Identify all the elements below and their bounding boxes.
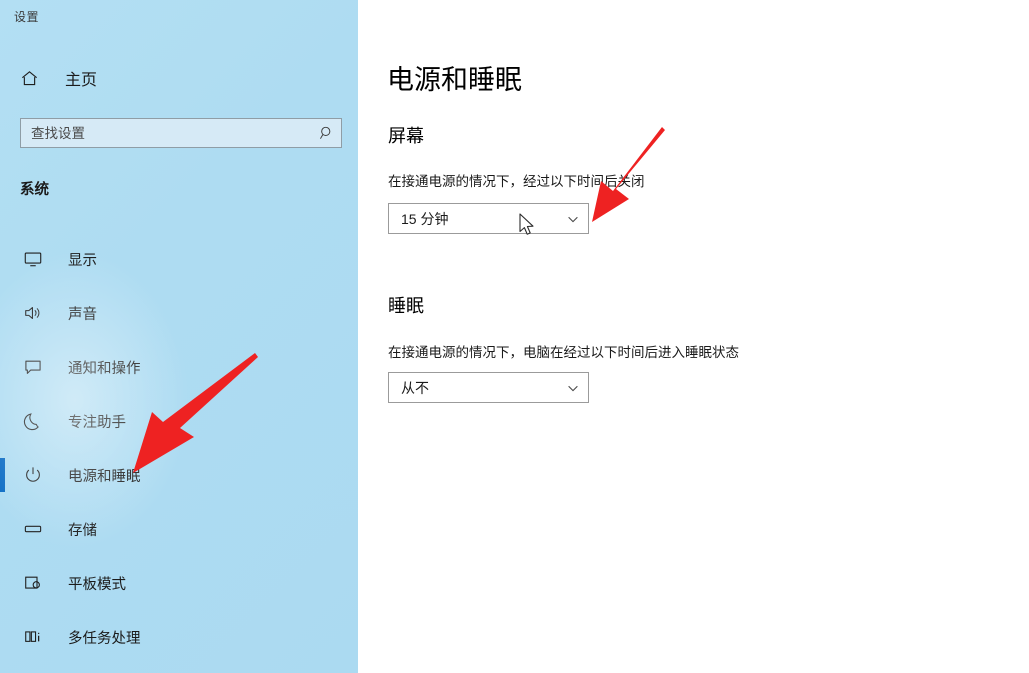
sleep-section-description: 在接通电源的情况下，电脑在经过以下时间后进入睡眠状态 — [388, 345, 739, 360]
sidebar-item-display[interactable]: 显示 — [0, 232, 358, 286]
speaker-icon — [20, 303, 46, 323]
moon-icon — [20, 411, 46, 431]
sidebar-item-storage[interactable]: 存储 — [0, 502, 358, 556]
settings-sidebar: 设置 主页 系统 显示 — [0, 0, 358, 673]
power-icon — [20, 465, 46, 485]
sidebar-item-focus-assist[interactable]: 专注助手 — [0, 394, 358, 448]
search-icon[interactable] — [313, 125, 341, 141]
sidebar-item-storage-label: 存储 — [68, 522, 97, 539]
screen-timeout-dropdown[interactable]: 15 分钟 — [388, 203, 589, 234]
sidebar-item-power-and-sleep-label: 电源和睡眠 — [68, 468, 141, 485]
screen-section-heading: 屏幕 — [388, 126, 424, 146]
sidebar-item-multitasking[interactable]: 多任务处理 — [0, 610, 358, 664]
sidebar-item-notifications-label: 通知和操作 — [68, 360, 141, 377]
tablet-icon — [20, 573, 46, 593]
chevron-down-icon — [558, 212, 588, 226]
storage-icon — [20, 519, 46, 539]
sidebar-item-home[interactable]: 主页 — [14, 60, 344, 96]
sidebar-group-title: 系统 — [20, 182, 49, 198]
search-box[interactable] — [20, 118, 342, 148]
sidebar-item-sound[interactable]: 声音 — [0, 286, 358, 340]
page-title: 电源和睡眠 — [387, 65, 522, 95]
app-title: 设置 — [14, 10, 40, 24]
sidebar-item-multitasking-label: 多任务处理 — [68, 630, 141, 647]
search-input[interactable] — [21, 124, 313, 142]
sidebar-item-home-label: 主页 — [65, 72, 98, 89]
sleep-section-heading: 睡眠 — [388, 296, 424, 316]
sidebar-item-power-and-sleep[interactable]: 电源和睡眠 — [0, 448, 358, 502]
sidebar-item-display-label: 显示 — [68, 252, 97, 269]
sidebar-item-sound-label: 声音 — [68, 306, 97, 323]
sidebar-nav-list: 显示 声音 通知和操作 专注助手 电源和睡眠 存储 平板模式 多任务处理 — [0, 232, 358, 664]
sidebar-item-tablet-mode[interactable]: 平板模式 — [0, 556, 358, 610]
sidebar-item-tablet-mode-label: 平板模式 — [68, 576, 126, 593]
sleep-timeout-value: 从不 — [401, 379, 429, 396]
screen-section-description: 在接通电源的情况下，经过以下时间后关闭 — [388, 174, 645, 189]
chevron-down-icon — [558, 381, 588, 395]
monitor-icon — [20, 249, 46, 269]
multitask-icon — [20, 627, 46, 647]
main-content: 电源和睡眠 屏幕 在接通电源的情况下，经过以下时间后关闭 15 分钟 睡眠 在接… — [360, 0, 1029, 673]
chat-bubble-icon — [20, 357, 46, 377]
screen-timeout-value: 15 分钟 — [401, 210, 449, 227]
sidebar-item-notifications[interactable]: 通知和操作 — [0, 340, 358, 394]
home-icon — [20, 69, 50, 88]
sleep-timeout-dropdown[interactable]: 从不 — [388, 372, 589, 403]
sidebar-item-focus-assist-label: 专注助手 — [68, 414, 126, 431]
